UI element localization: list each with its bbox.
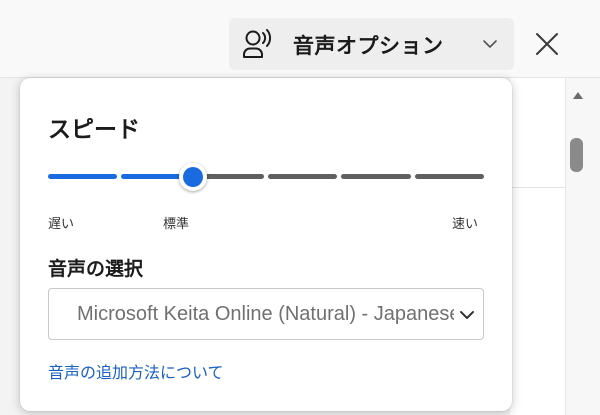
- speed-slider-segment: [48, 174, 118, 179]
- speed-slider[interactable]: [48, 163, 484, 191]
- chevron-down-icon: [483, 40, 497, 48]
- content-divider: [510, 187, 565, 188]
- speed-slider-segment: [341, 174, 411, 179]
- scroll-up-arrow-icon[interactable]: [572, 90, 584, 100]
- voice-speaker-icon: [243, 29, 271, 58]
- speed-slider-segment: [414, 174, 484, 179]
- speed-label-normal: 標準: [163, 217, 190, 232]
- voice-options-button[interactable]: 音声オプション: [229, 18, 514, 70]
- voice-select[interactable]: Microsoft Keita Online (Natural) - Japan…: [48, 288, 484, 340]
- speed-label-fast: 速い: [452, 217, 479, 232]
- speed-title: スピード: [48, 117, 140, 143]
- voice-selection-title: 音声の選択: [48, 258, 144, 280]
- scrollbar[interactable]: [565, 78, 600, 415]
- page-content: [510, 78, 565, 415]
- voice-select-value: Microsoft Keita Online (Natural) - Japan…: [77, 303, 454, 325]
- speed-slider-thumb[interactable]: [179, 163, 208, 191]
- speed-slider-segment: [268, 174, 338, 179]
- close-icon[interactable]: [531, 28, 563, 60]
- chevron-down-icon: [460, 311, 474, 319]
- speed-label-slow: 遅い: [48, 217, 75, 232]
- scrollbar-thumb[interactable]: [570, 138, 583, 172]
- add-voice-help-link[interactable]: 音声の追加方法について: [48, 359, 224, 383]
- voice-options-label: 音声オプション: [293, 34, 444, 58]
